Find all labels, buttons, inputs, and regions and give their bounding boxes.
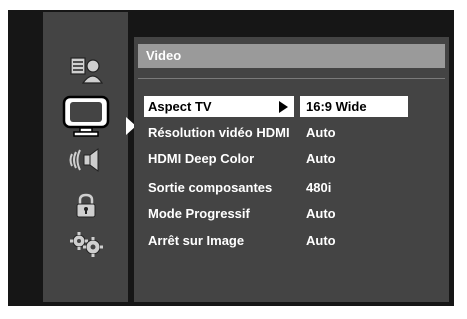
tv-screen-icon bbox=[62, 93, 110, 142]
menu-item-hdmi-resolution[interactable]: Résolution vidéo HDMI Auto bbox=[144, 122, 444, 143]
menu-item-value: Auto bbox=[306, 206, 336, 221]
menu-item-label: HDMI Deep Color bbox=[148, 151, 255, 166]
category-item-setup[interactable] bbox=[43, 226, 128, 266]
category-item-video[interactable] bbox=[43, 92, 128, 142]
lock-icon bbox=[75, 193, 97, 224]
category-sidebar bbox=[43, 12, 128, 302]
menu-item-still-mode[interactable]: Arrêt sur Image Auto bbox=[144, 230, 444, 251]
tv-screen: Video Aspect TV 16:9 Wide Résolution vid… bbox=[8, 10, 454, 306]
video-settings-panel: Video Aspect TV 16:9 Wide Résolution vid… bbox=[134, 37, 449, 302]
menu-item-value: Auto bbox=[306, 151, 336, 166]
menu-item-value: 480i bbox=[306, 180, 332, 195]
menu-item-progressive-mode[interactable]: Mode Progressif Auto bbox=[144, 203, 444, 224]
menu-item-value: 16:9 Wide bbox=[300, 96, 408, 117]
menu-item-label: Arrêt sur Image bbox=[148, 233, 245, 248]
picture-sound-icon bbox=[69, 55, 103, 90]
play-arrow-icon bbox=[279, 101, 288, 113]
menu-item-value: Auto bbox=[306, 233, 336, 248]
speaker-sound-icon bbox=[68, 146, 104, 179]
panel-title: Video bbox=[138, 44, 445, 68]
gears-icon bbox=[69, 231, 103, 262]
menu-item-label: Aspect TV bbox=[144, 96, 294, 117]
menu-item-label: Sortie composantes bbox=[148, 180, 273, 195]
menu-item-hdmi-deep-color[interactable]: HDMI Deep Color Auto bbox=[144, 148, 444, 169]
menu-item-component-output[interactable]: Sortie composantes 480i bbox=[144, 177, 444, 198]
category-item-picture-sound[interactable] bbox=[43, 52, 128, 92]
menu-item-value: Auto bbox=[306, 125, 336, 140]
category-item-parental[interactable] bbox=[43, 188, 128, 228]
menu-item-aspect-tv[interactable]: Aspect TV 16:9 Wide bbox=[144, 96, 444, 117]
header-divider bbox=[138, 78, 445, 79]
menu-item-label: Résolution vidéo HDMI bbox=[148, 125, 290, 140]
category-item-audio[interactable] bbox=[43, 142, 128, 182]
menu-item-label: Mode Progressif bbox=[148, 206, 250, 221]
